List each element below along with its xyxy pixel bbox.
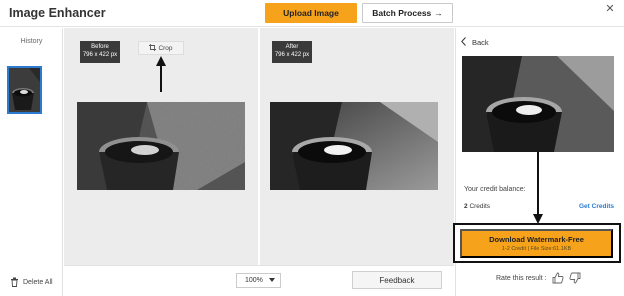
thumbs-down-icon[interactable] (569, 272, 581, 284)
crop-icon (149, 43, 157, 53)
download-subtitle: 1-2 Credit | File Size:61.1KB (501, 246, 572, 252)
crop-button[interactable]: Crop (138, 41, 184, 55)
delete-all-button[interactable]: Delete All (10, 277, 53, 287)
credit-unit: Credits (469, 203, 491, 210)
arrow-down-icon (533, 152, 543, 224)
before-tag: Before 796 x 422 px (80, 41, 120, 63)
chevron-down-icon (269, 277, 275, 284)
history-sidebar: History Delete All (0, 28, 63, 296)
back-chevron-icon (461, 37, 466, 48)
arrow-up-icon (156, 56, 166, 92)
arrow-right-icon: → (434, 8, 443, 18)
after-tag: After 796 x 422 px (272, 41, 312, 63)
thumbs-up-icon[interactable] (552, 272, 564, 284)
rate-result: Rate this result : (496, 272, 581, 284)
close-icon[interactable]: ✕ (604, 2, 616, 16)
trash-icon (10, 277, 19, 287)
batch-process-label: Batch Process (372, 8, 432, 18)
zoom-dropdown[interactable]: 100% (236, 273, 281, 288)
back-label: Back (472, 38, 489, 47)
history-thumbnail[interactable] (7, 66, 42, 114)
back-button[interactable]: Back (461, 37, 489, 48)
download-watermark-free-button[interactable]: Download Watermark-Free 1-2 Credit | Fil… (460, 229, 613, 258)
feedback-button[interactable]: Feedback (352, 271, 442, 289)
zoom-value: 100% (245, 277, 263, 284)
credit-count: 2 Credits (464, 203, 490, 210)
after-label: After (285, 44, 299, 50)
upload-image-button[interactable]: Upload Image (265, 3, 357, 23)
before-size: 796 x 422 px (82, 52, 118, 58)
delete-all-label: Delete All (23, 278, 53, 286)
app-title: Image Enhancer (9, 6, 106, 20)
result-preview-image (462, 56, 614, 152)
history-label: History (20, 38, 43, 45)
before-image (77, 102, 245, 190)
batch-process-button[interactable]: Batch Process → (362, 3, 453, 23)
crop-label: Crop (158, 44, 173, 52)
after-size: 796 x 422 px (274, 52, 310, 58)
credit-count-value: 2 (464, 203, 468, 210)
credit-balance-label: Your credit balance: (464, 186, 526, 193)
rate-label: Rate this result : (496, 274, 547, 282)
before-label: Before (91, 44, 109, 50)
get-credits-link[interactable]: Get Credits (579, 203, 614, 210)
comparison-divider (258, 28, 260, 265)
download-title: Download Watermark-Free (489, 235, 584, 244)
after-image (270, 102, 438, 190)
